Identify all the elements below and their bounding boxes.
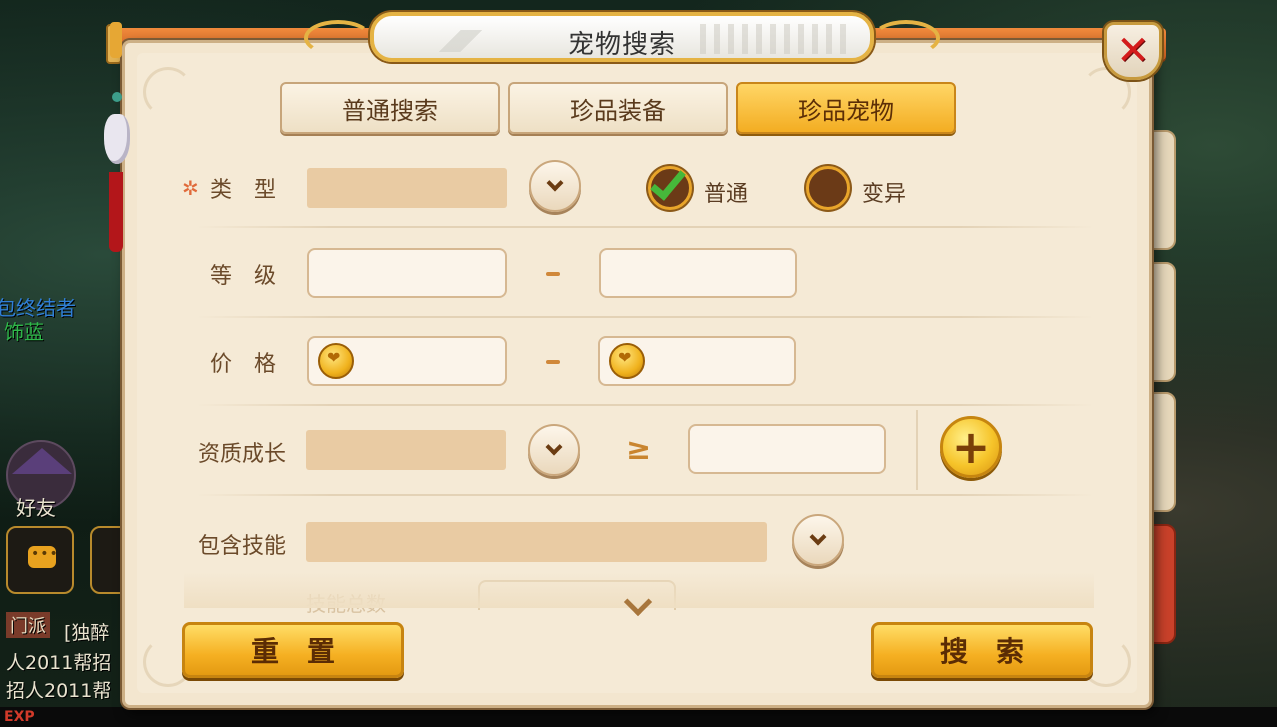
chat-button[interactable]	[6, 526, 74, 594]
greater-equal-sign: ≥	[626, 432, 652, 467]
chevron-down-icon	[545, 438, 563, 456]
vertical-separator	[916, 410, 918, 490]
exp-label: EXP	[4, 709, 35, 725]
normal-checkbox[interactable]	[648, 163, 692, 210]
type-label: 类 型	[210, 178, 277, 203]
add-condition-button[interactable]: +	[940, 416, 1002, 478]
side-tab-3[interactable]	[1152, 392, 1176, 512]
aptitude-threshold-input[interactable]	[688, 424, 886, 474]
side-tab-1[interactable]	[1152, 130, 1176, 250]
chevron-down-icon	[546, 174, 564, 192]
tab-normal-search[interactable]: 普通搜索	[280, 82, 500, 134]
row-divider	[196, 494, 1094, 496]
normal-option-label: 普通	[704, 182, 749, 207]
level-min-input[interactable]	[307, 248, 507, 298]
chat-line-2: 人2011帮招	[6, 652, 112, 674]
chevron-down-icon	[809, 528, 827, 546]
chat-line-3: 招人2011帮	[6, 680, 112, 702]
corner-ornament-tl	[143, 67, 193, 117]
jade-pendant-ornament	[104, 22, 130, 252]
type-dropdown-button[interactable]	[529, 160, 581, 212]
row-divider	[196, 226, 1094, 228]
friends-label: 好友	[16, 496, 56, 520]
chat-line-1: [独醉	[64, 622, 110, 644]
title-plate: 宠物搜索	[304, 12, 940, 62]
tab-rare-equipment[interactable]: 珍品装备	[508, 82, 728, 134]
aptitude-dropdown-button[interactable]	[528, 424, 580, 476]
close-icon: ✕	[1116, 28, 1150, 74]
gold-coin-icon	[318, 343, 354, 379]
reset-button[interactable]: 重置	[182, 622, 404, 678]
side-tab-4[interactable]	[1152, 524, 1176, 644]
level-max-input[interactable]	[599, 248, 797, 298]
search-button[interactable]: 搜索	[871, 622, 1093, 678]
row-divider	[196, 404, 1094, 406]
mutant-checkbox[interactable]	[806, 166, 850, 210]
gold-coin-icon	[609, 343, 645, 379]
skills-select[interactable]	[306, 522, 767, 562]
close-button[interactable]: ✕	[1104, 22, 1162, 80]
level-range-separator	[546, 272, 560, 276]
type-select[interactable]	[307, 168, 507, 208]
chat-icon	[28, 546, 59, 568]
exp-bar	[0, 707, 1277, 727]
row-divider	[196, 316, 1094, 318]
price-range-separator	[546, 360, 560, 364]
mutant-option-label: 变异	[862, 182, 907, 207]
faction-tag: 门派	[6, 612, 50, 638]
skills-dropdown-button[interactable]	[792, 514, 844, 566]
side-tab-2[interactable]	[1152, 262, 1176, 382]
dialog-title: 宠物搜索	[567, 30, 676, 60]
skills-label: 包含技能	[198, 534, 287, 559]
level-label: 等 级	[210, 264, 277, 289]
price-label: 价 格	[210, 352, 277, 377]
hud-player-title: 饰蓝	[4, 320, 44, 344]
aptitude-select[interactable]	[306, 430, 506, 470]
required-icon: ✲	[182, 176, 199, 200]
plus-icon: +	[951, 420, 991, 474]
tab-rare-pets[interactable]: 珍品宠物	[736, 82, 956, 134]
aptitude-label: 资质成长	[198, 442, 287, 467]
